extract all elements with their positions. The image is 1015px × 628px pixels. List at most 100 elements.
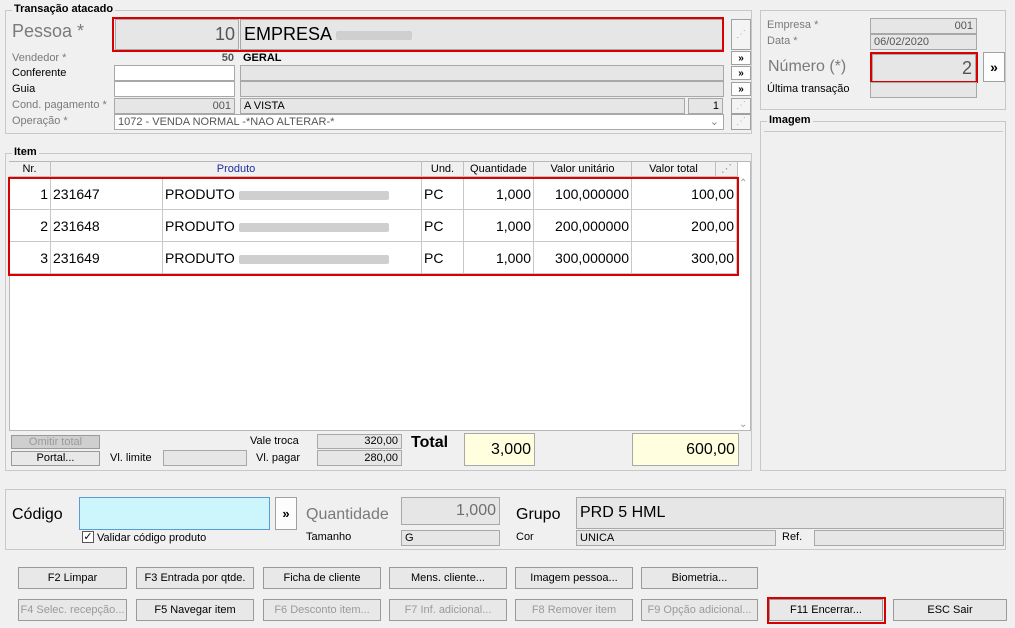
f8-remover-item-button[interactable]: F8 Remover item <box>515 599 633 621</box>
row-valor-unitario: 200,000000 <box>534 210 632 242</box>
f5-navegar-item-button[interactable]: F5 Navegar item <box>136 599 254 621</box>
row-quantidade: 1,000 <box>464 178 534 210</box>
ultima-transacao-field <box>870 82 977 98</box>
vl-limite-label: Vl. limite <box>110 452 152 464</box>
col-header-produto[interactable]: Produto <box>51 162 422 177</box>
col-header-und[interactable]: Und. <box>422 162 464 177</box>
vale-troca-label: Vale troca <box>250 435 299 447</box>
row-und: PC <box>422 210 464 242</box>
quantidade-input[interactable]: 1,000 <box>401 497 500 525</box>
vl-pagar-field: 280,00 <box>317 450 402 466</box>
vendedor-code: 50 <box>221 52 234 64</box>
ultima-transacao-label: Última transação <box>767 83 850 95</box>
redacted-block <box>238 254 389 264</box>
pessoa-edit-icon[interactable]: ⋰ <box>731 19 751 50</box>
guia-more-button[interactable]: » <box>731 82 751 96</box>
vendedor-label: Vendedor * <box>12 52 67 64</box>
tamanho-field: G <box>401 530 500 546</box>
redacted-block <box>238 222 389 232</box>
quantidade-label: Quantidade <box>306 506 389 523</box>
operacao-label: Operação * <box>12 115 68 127</box>
mens-cliente-button[interactable]: Mens. cliente... <box>389 567 507 589</box>
pessoa-name-field[interactable]: EMPRESA <box>240 19 723 50</box>
row-nr: 1 <box>10 178 51 210</box>
row-quantidade: 1,000 <box>464 210 534 242</box>
ref-field <box>814 530 1004 546</box>
row-nr: 3 <box>10 242 51 274</box>
pessoa-code-field[interactable]: 10 <box>115 19 239 50</box>
cond-pagamento-code[interactable]: 001 <box>114 98 235 114</box>
f2-limpar-button[interactable]: F2 Limpar <box>18 567 127 589</box>
vendedor-more-button[interactable]: » <box>731 51 751 65</box>
conferente-more-button[interactable]: » <box>731 66 751 80</box>
ref-label: Ref. <box>782 531 803 543</box>
grid-settings-icon[interactable]: ⋰ <box>716 162 738 177</box>
grupo-label: Grupo <box>516 506 561 523</box>
row-produto: PRODUTO <box>163 178 422 210</box>
f7-inf-adicional-button[interactable]: F7 Inf. adicional... <box>389 599 507 621</box>
row-valor-total: 100,00 <box>632 178 737 210</box>
col-header-valor-total[interactable]: Valor total <box>632 162 716 177</box>
scroll-down-icon[interactable]: ⌄ <box>739 419 747 430</box>
codigo-input[interactable] <box>79 497 270 530</box>
f3-entrada-qtde-button[interactable]: F3 Entrada por qtde. <box>136 567 254 589</box>
row-und: PC <box>422 242 464 274</box>
row-valor-unitario: 100,000000 <box>534 178 632 210</box>
tamanho-label: Tamanho <box>306 531 352 543</box>
numero-field[interactable]: 2 <box>872 54 976 82</box>
esc-sair-button[interactable]: ESC Sair <box>893 599 1007 621</box>
guia-name-field <box>240 81 724 97</box>
redacted-block <box>336 30 413 40</box>
cor-label: Cor <box>516 531 534 543</box>
row-produto-text: PRODUTO <box>165 186 235 202</box>
biometria-button[interactable]: Biometria... <box>641 567 758 589</box>
col-header-valor-unitario[interactable]: Valor unitário <box>534 162 632 177</box>
row-und: PC <box>422 178 464 210</box>
conferente-code-input[interactable] <box>114 65 235 81</box>
row-valor-total: 200,00 <box>632 210 737 242</box>
cond-parcelas-field[interactable]: 1 <box>688 98 723 114</box>
validar-checkbox[interactable]: ✓ <box>82 531 94 543</box>
imagem-group-title: Imagem <box>767 114 813 126</box>
operacao-value: 1072 - VENDA NORMAL -*NAO ALTERAR-* <box>118 116 335 128</box>
guia-label: Guia <box>12 83 36 95</box>
row-produto-text: PRODUTO <box>165 250 235 266</box>
row-quantidade: 1,000 <box>464 242 534 274</box>
cond-pagamento-edit-icon[interactable]: ⋰ <box>731 98 751 114</box>
cond-pagamento-label: Cond. pagamento * <box>12 99 107 111</box>
omitir-total-button[interactable]: Omitir total <box>11 435 100 449</box>
conferente-name-field <box>240 65 724 81</box>
ficha-cliente-button[interactable]: Ficha de cliente <box>263 567 381 589</box>
data-field: 06/02/2020 <box>870 34 977 50</box>
grid-scrollbar[interactable]: ⌃ ⌄ <box>738 178 750 430</box>
codigo-label: Código <box>12 506 63 523</box>
f6-desconto-item-button[interactable]: F6 Desconto item... <box>263 599 381 621</box>
row-valor-total: 300,00 <box>632 242 737 274</box>
codigo-more-button[interactable]: » <box>275 497 297 530</box>
operacao-select[interactable]: 1072 - VENDA NORMAL -*NAO ALTERAR-* ⌄ <box>114 114 724 130</box>
total-quantidade-field: 3,000 <box>464 433 535 466</box>
cor-field: UNICA <box>576 530 776 546</box>
guia-code-input[interactable] <box>114 81 235 97</box>
col-header-quantidade[interactable]: Quantidade <box>464 162 534 177</box>
conferente-label: Conferente <box>12 67 67 79</box>
col-header-nr[interactable]: Nr. <box>9 162 51 177</box>
numero-more-button[interactable]: » <box>983 52 1005 82</box>
row-produto: PRODUTO <box>163 242 422 274</box>
f4-selec-recepcao-button[interactable]: F4 Selec. recepção... <box>18 599 127 621</box>
portal-button[interactable]: Portal... <box>11 451 100 466</box>
imagem-pessoa-button[interactable]: Imagem pessoa... <box>515 567 633 589</box>
row-produto: PRODUTO <box>163 210 422 242</box>
chevron-down-icon: ⌄ <box>709 116 719 128</box>
item-group-title: Item <box>12 146 39 158</box>
scroll-up-icon[interactable]: ⌃ <box>739 178 747 189</box>
redacted-block <box>238 190 389 200</box>
row-produto-text: PRODUTO <box>165 218 235 234</box>
validar-label[interactable]: Validar código produto <box>97 532 206 544</box>
vl-limite-field <box>163 450 247 466</box>
operacao-edit-icon[interactable]: ⋰ <box>731 114 751 130</box>
f11-encerrar-button[interactable]: F11 Encerrar... <box>769 599 883 621</box>
total-valor-field: 600,00 <box>632 433 739 466</box>
f9-opcao-adicional-button[interactable]: F9 Opção adicional... <box>641 599 758 621</box>
cond-pagamento-name: A VISTA <box>240 98 685 114</box>
